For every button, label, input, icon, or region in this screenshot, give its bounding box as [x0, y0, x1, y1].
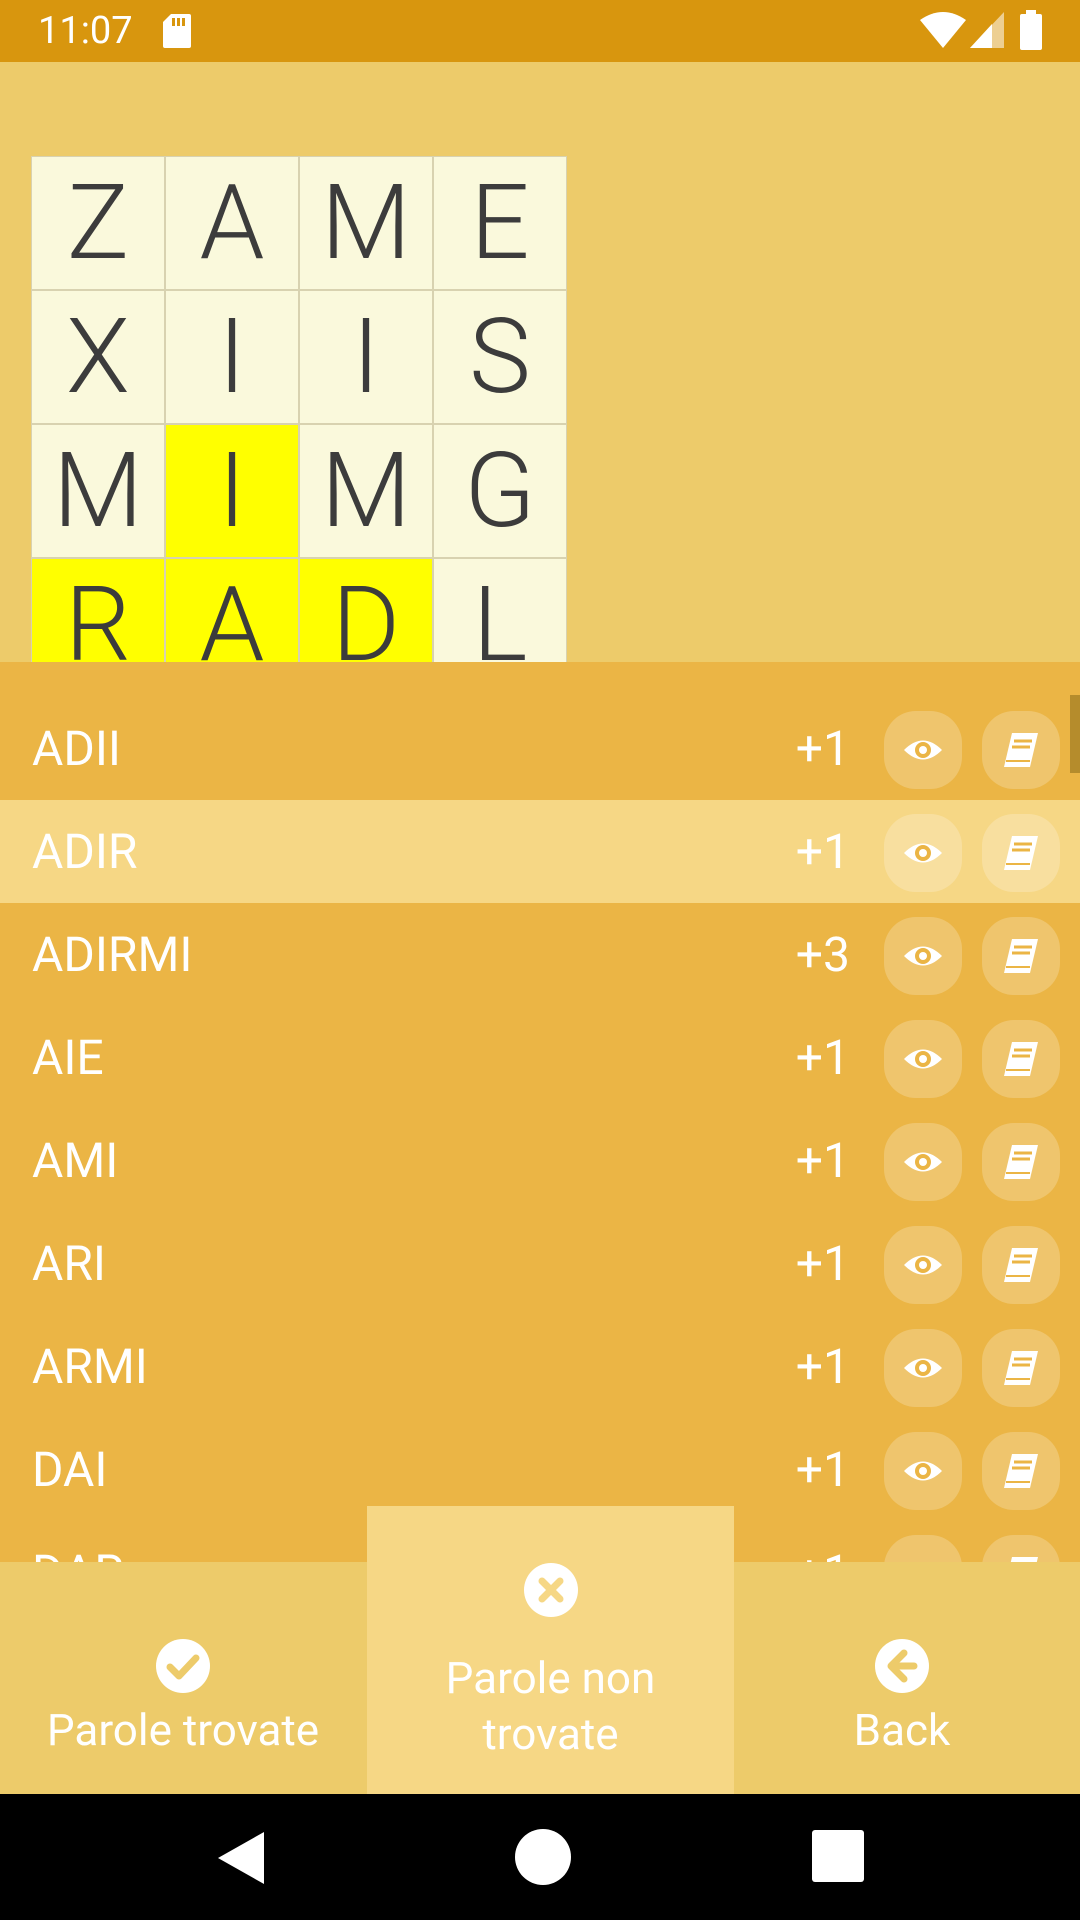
letter-cell[interactable]: I: [165, 424, 299, 558]
letter-cell[interactable]: G: [433, 424, 567, 558]
missed-words-list[interactable]: DAR+1DAI+1ARMI+1ARI+1AMI+1AIE+1ADIRMI+3A…: [0, 662, 1080, 1562]
word-text: ADII: [32, 720, 121, 777]
dictionary-button[interactable]: [982, 1535, 1060, 1562]
eye-icon: [904, 1358, 942, 1378]
sd-card-icon: [163, 14, 191, 48]
scrollbar-thumb[interactable]: [1070, 695, 1080, 773]
word-row[interactable]: ADII +1: [0, 697, 1080, 800]
nav-recents-icon[interactable]: [812, 1830, 864, 1882]
reveal-word-button[interactable]: [884, 1226, 962, 1304]
dictionary-button[interactable]: [982, 1329, 1060, 1407]
dictionary-button[interactable]: [982, 917, 1060, 995]
dictionary-button[interactable]: [982, 814, 1060, 892]
arrow-left-circle-icon: [875, 1639, 929, 1693]
book-icon: [1004, 1351, 1038, 1385]
letter-cell[interactable]: Z: [31, 156, 165, 290]
tab-not-found-label-1: Parole non: [445, 1652, 656, 1704]
word-score: +1: [795, 1441, 850, 1498]
tab-not-found-label-2: trovate: [482, 1708, 619, 1760]
status-bar: 11:07: [0, 0, 1080, 62]
letter-cell[interactable]: M: [31, 424, 165, 558]
battery-icon: [1020, 10, 1042, 50]
word-text: DAI: [32, 1441, 108, 1498]
letter-cell[interactable]: E: [433, 156, 567, 290]
word-text: DAR: [32, 1543, 124, 1562]
book-icon: [1010, 1557, 1038, 1562]
tab-back-label: Back: [853, 1704, 951, 1756]
word-row[interactable]: ADIRMI +3: [0, 903, 1080, 1006]
letter-cell[interactable]: I: [299, 290, 433, 424]
eye-icon: [904, 1152, 942, 1172]
dictionary-button[interactable]: [982, 1432, 1060, 1510]
x-circle-icon: [523, 1563, 578, 1617]
word-text: ARMI: [32, 1338, 148, 1395]
eye-icon: [902, 1553, 944, 1562]
word-text: AIE: [32, 1029, 104, 1086]
dictionary-button[interactable]: [982, 1123, 1060, 1201]
dictionary-button[interactable]: [982, 1226, 1060, 1304]
word-score: +1: [795, 1029, 850, 1086]
signal-icon: [970, 12, 1004, 48]
eye-icon: [904, 740, 942, 760]
eye-icon: [904, 1049, 942, 1069]
word-score: +1: [795, 1338, 850, 1395]
letter-cell[interactable]: M: [299, 156, 433, 290]
check-circle-icon: [156, 1639, 210, 1693]
word-score: +1: [796, 1543, 850, 1562]
nav-back-icon[interactable]: [216, 1830, 266, 1886]
reveal-word-button[interactable]: [884, 1432, 962, 1510]
word-text: ARI: [32, 1235, 106, 1292]
word-text: AMI: [32, 1132, 119, 1189]
book-icon: [1004, 1248, 1038, 1282]
word-row[interactable]: ADIR +1: [0, 800, 1080, 903]
book-icon: [1004, 1454, 1038, 1488]
word-row[interactable]: AMI +1: [0, 1109, 1080, 1212]
letter-cell[interactable]: M: [299, 424, 433, 558]
book-icon: [1004, 939, 1038, 973]
tab-back[interactable]: Back: [724, 1562, 1080, 1794]
dictionary-button[interactable]: [982, 711, 1060, 789]
book-icon: [1004, 1042, 1038, 1076]
word-row[interactable]: ARMI +1: [0, 1315, 1080, 1418]
eye-icon: [904, 843, 942, 863]
reveal-word-button[interactable]: [884, 814, 962, 892]
board-area: ZAMEXIISMIMGRADL: [0, 62, 1080, 692]
reveal-word-button[interactable]: [884, 1329, 962, 1407]
book-icon: [1004, 836, 1038, 870]
word-text: ADIR: [32, 823, 138, 880]
letter-cell[interactable]: A: [165, 156, 299, 290]
book-icon: [1004, 733, 1038, 767]
letter-grid: ZAMEXIISMIMGRADL: [31, 156, 567, 692]
letter-cell[interactable]: I: [165, 290, 299, 424]
eye-icon: [904, 1255, 942, 1275]
dictionary-button[interactable]: [982, 1020, 1060, 1098]
letter-cell[interactable]: X: [31, 290, 165, 424]
word-score: +3: [795, 926, 850, 983]
tab-found-label: Parole trovate: [46, 1704, 320, 1756]
word-text: ADIRMI: [32, 926, 193, 983]
reveal-word-button[interactable]: [884, 917, 962, 995]
book-icon: [1004, 1145, 1038, 1179]
reveal-word-button[interactable]: [884, 711, 962, 789]
status-time: 11:07: [38, 9, 133, 53]
word-score: +1: [795, 720, 850, 777]
eye-icon: [904, 946, 942, 966]
letter-cell[interactable]: S: [433, 290, 567, 424]
reveal-word-button[interactable]: [884, 1020, 962, 1098]
nav-home-icon[interactable]: [514, 1828, 572, 1886]
word-score: +1: [795, 1235, 850, 1292]
eye-icon: [904, 1461, 942, 1481]
word-score: +1: [795, 1132, 850, 1189]
word-row[interactable]: AIE +1: [0, 1006, 1080, 1109]
system-nav-bar: [0, 1794, 1080, 1920]
word-score: +1: [795, 823, 850, 880]
tab-found-words[interactable]: Parole trovate: [0, 1562, 366, 1794]
word-row[interactable]: ARI +1: [0, 1212, 1080, 1315]
reveal-word-button[interactable]: [884, 1123, 962, 1201]
tab-not-found-words[interactable]: Parole non trovate: [367, 1506, 734, 1794]
wifi-icon: [920, 12, 966, 48]
reveal-word-button[interactable]: [884, 1535, 962, 1562]
